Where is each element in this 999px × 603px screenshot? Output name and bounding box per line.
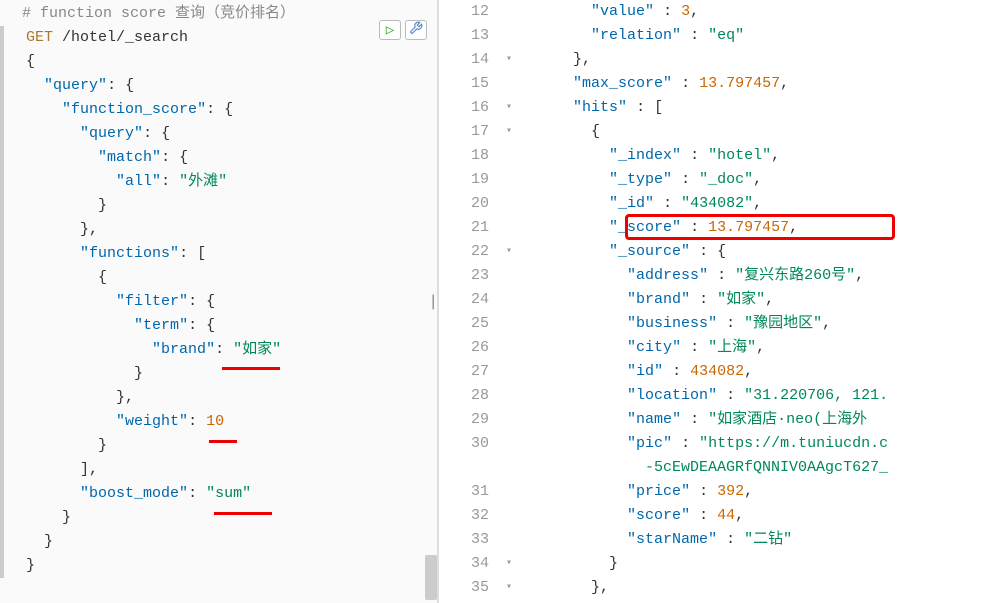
query-editor-panel: ▷ # function score 查询（竞价排名） GET /hotel/_… bbox=[0, 0, 437, 603]
key-functions: functions bbox=[89, 245, 170, 262]
line-number: 23 bbox=[439, 264, 499, 288]
response-panel: 12 "value" : 3, 13 "relation" : "eq" 14▾… bbox=[439, 0, 999, 603]
line-number: 21 bbox=[439, 216, 499, 240]
line-number: 28 bbox=[439, 384, 499, 408]
line-number: 32 bbox=[439, 504, 499, 528]
scrollbar-thumb[interactable] bbox=[425, 555, 437, 600]
line-number: 35 bbox=[439, 576, 499, 600]
line-number: 24 bbox=[439, 288, 499, 312]
response-code[interactable]: 12 "value" : 3, 13 "relation" : "eq" 14▾… bbox=[439, 0, 999, 600]
key-all: all bbox=[125, 173, 152, 190]
key-query2: query bbox=[89, 125, 134, 142]
line-number: 29 bbox=[439, 408, 499, 432]
key-filter: filter bbox=[125, 293, 179, 310]
val-score: 13.797457 bbox=[708, 219, 789, 236]
line-number: 16 bbox=[439, 96, 499, 120]
line-number: 30 bbox=[439, 432, 499, 456]
key-brand: brand bbox=[161, 341, 206, 358]
val-all: 外滩 bbox=[188, 173, 218, 190]
http-method: GET bbox=[26, 29, 53, 46]
key-term: term bbox=[143, 317, 179, 334]
query-code[interactable]: # function score 查询（竞价排名） GET /hotel/_se… bbox=[0, 0, 437, 578]
key-match: match bbox=[107, 149, 152, 166]
line-number: 17 bbox=[439, 120, 499, 144]
key-query: query bbox=[53, 77, 98, 94]
line-number: 13 bbox=[439, 24, 499, 48]
key-score: _score bbox=[618, 219, 672, 236]
settings-button[interactable] bbox=[405, 20, 427, 40]
line-number: 26 bbox=[439, 336, 499, 360]
line-number: 20 bbox=[439, 192, 499, 216]
val-weight: 10 bbox=[206, 413, 224, 430]
line-number: 25 bbox=[439, 312, 499, 336]
play-icon: ▷ bbox=[386, 22, 394, 39]
val-boost-mode: sum bbox=[215, 485, 242, 502]
comment-chinese: 查询（竞价排名） bbox=[175, 5, 295, 22]
request-path: /hotel/_search bbox=[53, 29, 188, 46]
line-number: 31 bbox=[439, 480, 499, 504]
line-number: 14 bbox=[439, 48, 499, 72]
line-number: 27 bbox=[439, 360, 499, 384]
line-number: 22 bbox=[439, 240, 499, 264]
wrench-icon bbox=[409, 21, 423, 40]
line-number: 12 bbox=[439, 0, 499, 24]
line-number: 18 bbox=[439, 144, 499, 168]
comment: # function score bbox=[22, 5, 175, 22]
key-boost-mode: boost_mode bbox=[89, 485, 179, 502]
val-brand: 如家 bbox=[242, 341, 272, 358]
line-number: 19 bbox=[439, 168, 499, 192]
run-button[interactable]: ▷ bbox=[379, 20, 401, 40]
line-number: 34 bbox=[439, 552, 499, 576]
key-function-score: function_score bbox=[71, 101, 197, 118]
editor-toolbar: ▷ bbox=[379, 20, 427, 40]
key-weight: weight bbox=[125, 413, 179, 430]
line-number: 33 bbox=[439, 528, 499, 552]
line-number: 15 bbox=[439, 72, 499, 96]
